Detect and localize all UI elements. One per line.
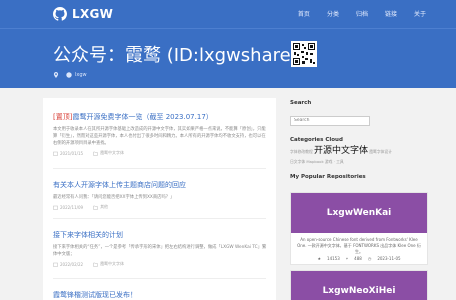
main-menu: 首页 分类 归档 链接 关于 bbox=[281, 9, 426, 18]
page-title: 公众号：霞鹜 (ID:lxgwshare) bbox=[53, 45, 298, 66]
category-tag[interactable]: 霞鹜字体设计 bbox=[369, 149, 392, 154]
divider bbox=[53, 278, 266, 279]
menu-item-home[interactable]: 首页 bbox=[298, 9, 310, 18]
post-excerpt: 最近经常有人问我：「请问您能否把XX字体上传到XX商店吗？」 bbox=[53, 195, 175, 200]
post-category[interactable]: 霞鹜中文字体 bbox=[100, 261, 124, 267]
location-pin-icon bbox=[53, 72, 59, 78]
repo-stats: ★ 14153 ⑂ 488 ◷ 2023-11-05 bbox=[291, 256, 427, 264]
search-input[interactable] bbox=[290, 115, 370, 126]
folder-icon bbox=[93, 205, 98, 210]
menu-item-archive[interactable]: 归档 bbox=[356, 9, 368, 18]
post-category[interactable]: 其他 bbox=[100, 204, 108, 210]
post-title[interactable]: 霞鹜锋楷测试版现已发布！ bbox=[53, 290, 268, 300]
list-item: 接下来字体相关的计划 接下来字体相关的“任务”，一个是参考「传承字形的宋体」把左… bbox=[53, 230, 268, 267]
repos-heading: My Popular Repositories bbox=[290, 173, 366, 180]
list-item: [置顶]霞鹜开源免费字体一览（截至 2023.07.17） 本文用于收录本人在其… bbox=[53, 112, 268, 156]
post-meta: 2022/11/09 其他 bbox=[53, 204, 268, 210]
site-name: LXGW bbox=[72, 7, 114, 21]
repo-banner[interactable]: LxgwWenKai bbox=[291, 193, 427, 233]
star-icon: ★ bbox=[317, 256, 322, 261]
category-tag[interactable]: 字体修改教程 bbox=[290, 149, 313, 154]
menu-item-about[interactable]: 关于 bbox=[414, 9, 426, 18]
divider bbox=[53, 218, 266, 219]
calendar-icon bbox=[53, 151, 58, 156]
repo-card[interactable]: LxgwNeoXiHei bbox=[290, 270, 428, 300]
list-item: 霞鹜锋楷测试版现已发布！ bbox=[53, 290, 268, 300]
sidebar: Search Categories Cloud 字体修改教程 开源中文字体 霞鹜… bbox=[290, 100, 430, 300]
menu-item-links[interactable]: 链接 bbox=[385, 9, 397, 18]
post-excerpt: 本文用于收录本人在其所开源字体基础上改造成的开源中文字体，其实如果严格一点来说，… bbox=[53, 127, 266, 146]
github-icon bbox=[66, 72, 72, 78]
post-meta: 2021/01/15 霞鹜中文字体 bbox=[53, 150, 268, 156]
repo-stars: 14153 bbox=[327, 256, 340, 261]
sticky-tag: [置顶] bbox=[53, 113, 73, 121]
hero-banner: 公众号：霞鹜 (ID:lxgwshare) lxgw bbox=[0, 28, 456, 88]
post-category[interactable]: 霞鹜中文字体 bbox=[100, 150, 124, 156]
site-logo[interactable]: LXGW bbox=[53, 6, 113, 22]
hero-meta: lxgw bbox=[53, 72, 87, 78]
post-title[interactable]: [置顶]霞鹜开源免费字体一览（截至 2023.07.17） bbox=[53, 112, 268, 122]
post-list: [置顶]霞鹜开源免费字体一览（截至 2023.07.17） 本文用于收录本人在其… bbox=[43, 98, 276, 300]
github-username[interactable]: lxgw bbox=[75, 72, 87, 78]
folder-icon bbox=[93, 151, 98, 156]
folder-icon bbox=[93, 262, 98, 267]
repo-description: An open-source Chinese font derived from… bbox=[297, 237, 421, 254]
post-date: 2022/11/09 bbox=[60, 204, 84, 210]
post-title[interactable]: 接下来字体相关的计划 bbox=[53, 230, 268, 240]
github-icon bbox=[53, 7, 67, 21]
repo-forks: 488 bbox=[354, 256, 362, 261]
top-navbar: LXGW 首页 分类 归档 链接 关于 bbox=[0, 0, 456, 28]
list-item: 有关本人开源字体上传主题商店问题的回应 最近经常有人问我：「请问您能否把XX字体… bbox=[53, 180, 268, 210]
category-cloud: 字体修改教程 开源中文字体 霞鹜字体设计 日文字体 Mapbook 游戏 · 工… bbox=[290, 146, 430, 167]
calendar-icon bbox=[53, 262, 58, 267]
menu-item-categories[interactable]: 分类 bbox=[327, 9, 339, 18]
post-excerpt: 接下来字体相关的“任务”，一个是参考「传承字形的宋体」把左右结构进行调整，做成「… bbox=[53, 245, 267, 257]
repo-banner[interactable]: LxgwNeoXiHei bbox=[291, 271, 427, 300]
repo-card[interactable]: LxgwWenKai An open-source Chinese font d… bbox=[290, 192, 428, 265]
post-title-text[interactable]: 霞鹜开源免费字体一览（截至 2023.07.17） bbox=[72, 113, 212, 121]
post-meta: 2022/02/22 霞鹜中文字体 bbox=[53, 261, 268, 267]
search-heading: Search bbox=[290, 100, 312, 106]
qr-code bbox=[291, 41, 317, 67]
calendar-icon bbox=[53, 205, 58, 210]
category-tag[interactable]: 开源中文字体 bbox=[314, 146, 368, 156]
post-date: 2022/02/22 bbox=[60, 261, 84, 267]
post-title[interactable]: 有关本人开源字体上传主题商店问题的回应 bbox=[53, 180, 268, 190]
post-date: 2021/01/15 bbox=[60, 150, 84, 156]
category-tag[interactable]: 日文字体 Mapbook 游戏 · 工具 bbox=[290, 159, 344, 164]
clock-icon: ◷ bbox=[367, 256, 372, 261]
divider bbox=[53, 168, 266, 169]
fork-icon: ⑂ bbox=[345, 256, 349, 261]
qr-code-icon bbox=[292, 42, 316, 66]
categories-heading: Categories Cloud bbox=[290, 136, 343, 143]
repo-updated: 2023-11-05 bbox=[377, 256, 401, 261]
